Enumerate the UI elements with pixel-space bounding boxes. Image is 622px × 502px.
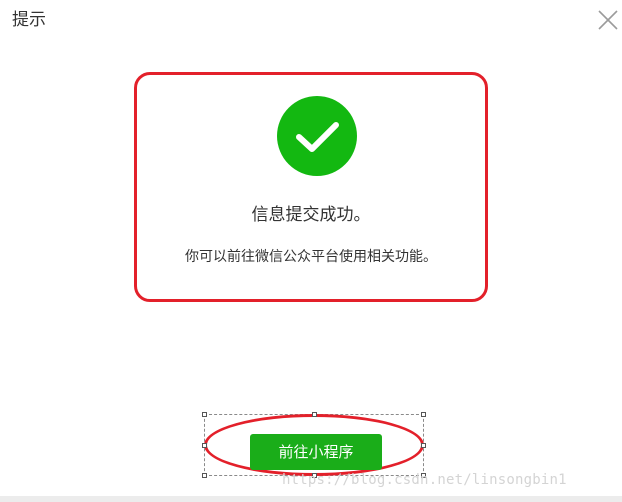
close-button[interactable] xyxy=(596,8,620,32)
check-circle-icon xyxy=(277,96,357,176)
dialog: 提示 信息提交成功。 你可以前往微信公众平台使用相关功能。 前往小程序 http… xyxy=(0,0,622,502)
bottom-strip xyxy=(0,496,622,502)
selection-handle xyxy=(202,412,207,417)
selection-handle xyxy=(421,443,426,448)
selection-handle xyxy=(312,412,317,417)
success-title: 信息提交成功。 xyxy=(251,205,371,225)
selection-handle xyxy=(202,443,207,448)
dialog-title: 提示 xyxy=(12,10,46,30)
selection-handle xyxy=(421,412,426,417)
success-highlight: 信息提交成功。 你可以前往微信公众平台使用相关功能。 xyxy=(134,72,488,302)
watermark: https://blog.csdn.net/linsongbin1 xyxy=(282,472,567,488)
selection-handle xyxy=(202,473,207,478)
go-to-miniprogram-button[interactable]: 前往小程序 xyxy=(250,434,382,470)
close-icon xyxy=(598,10,618,30)
success-description: 你可以前往微信公众平台使用相关功能。 xyxy=(185,249,437,265)
